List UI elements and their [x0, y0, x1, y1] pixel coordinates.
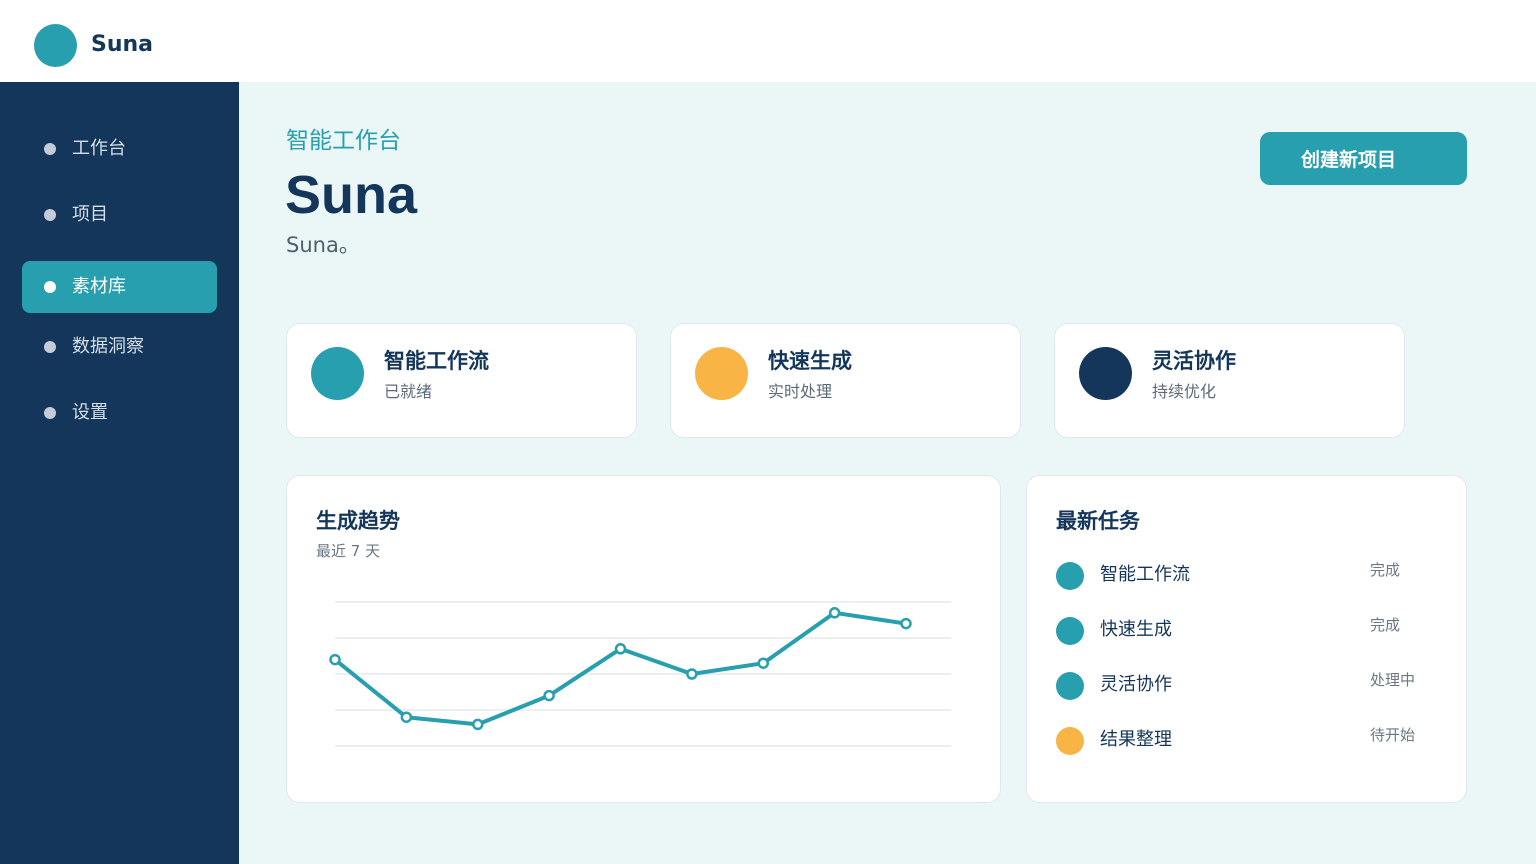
- nav-dot-icon: [44, 407, 56, 419]
- data-point[interactable]: [828, 607, 841, 619]
- data-point[interactable]: [900, 617, 912, 630]
- sidebar-item-label: 项目: [72, 204, 108, 225]
- nav-dot-icon: [44, 341, 56, 353]
- nav-dot-icon: [44, 209, 56, 221]
- task-status-dot-icon: [1056, 562, 1084, 590]
- stat-card-collaboration[interactable]: 灵活协作 持续优化: [1054, 323, 1405, 438]
- sidebar-item-workbench[interactable]: 工作台: [22, 123, 217, 175]
- series-line: [333, 610, 907, 727]
- sidebar-item-label: 数据洞察: [72, 336, 144, 357]
- workflow-icon: [311, 347, 364, 400]
- fast-generate-icon: [695, 347, 748, 400]
- stat-title: 快速生成: [768, 349, 852, 373]
- tasks-title: 最新任务: [1056, 509, 1140, 533]
- task-name: 结果整理: [1100, 729, 1172, 750]
- page-kicker: 智能工作台: [286, 128, 401, 154]
- main-content: 智能工作台 Suna Suna。 创建新项目 智能工作流 已就绪 快速生成 实时…: [239, 82, 1536, 864]
- data-point[interactable]: [757, 657, 769, 669]
- stat-subtitle: 持续优化: [1152, 382, 1217, 401]
- collaboration-icon: [1079, 347, 1132, 400]
- stat-subtitle: 实时处理: [768, 382, 833, 401]
- task-name: 智能工作流: [1100, 564, 1190, 585]
- top-bar: Suna: [0, 0, 1536, 82]
- nav-dot-icon: [44, 143, 56, 155]
- task-status: 待开始: [1370, 726, 1416, 744]
- data-point[interactable]: [329, 653, 341, 666]
- data-point[interactable]: [614, 643, 627, 655]
- sidebar-item-label: 素材库: [72, 276, 126, 297]
- task-status-dot-icon: [1056, 727, 1084, 755]
- trend-line-chart: [329, 601, 951, 747]
- brand-name[interactable]: Suna: [91, 30, 153, 60]
- data-point[interactable]: [543, 689, 555, 702]
- page-subtitle: Suna。: [286, 233, 360, 257]
- nav-dot-icon: [44, 281, 56, 293]
- brand-logo-icon[interactable]: [34, 24, 77, 67]
- sidebar-item-settings[interactable]: 设置: [22, 387, 217, 439]
- data-point[interactable]: [472, 718, 484, 731]
- task-name: 灵活协作: [1100, 674, 1172, 695]
- task-name: 快速生成: [1100, 619, 1172, 640]
- trend-chart-card: 生成趋势 最近 7 天: [286, 475, 1001, 803]
- data-point[interactable]: [400, 711, 413, 723]
- stat-card-fast-generate[interactable]: 快速生成 实时处理: [670, 323, 1021, 438]
- sidebar: 工作台 项目 素材库 数据洞察 设置: [0, 82, 239, 864]
- stat-title: 智能工作流: [384, 349, 489, 373]
- page-title: Suna: [285, 165, 418, 225]
- create-project-button[interactable]: 创建新项目: [1260, 132, 1467, 185]
- task-status: 完成: [1370, 561, 1401, 579]
- stat-card-workflow[interactable]: 智能工作流 已就绪: [286, 323, 637, 438]
- sidebar-item-assets[interactable]: 素材库: [22, 261, 217, 313]
- stat-title: 灵活协作: [1152, 349, 1236, 373]
- sidebar-item-label: 设置: [72, 402, 108, 423]
- task-status: 处理中: [1370, 671, 1416, 689]
- sidebar-item-label: 工作台: [72, 138, 126, 159]
- task-row[interactable]: 快速生成 完成: [1027, 611, 1468, 651]
- task-row[interactable]: 结果整理 待开始: [1027, 721, 1468, 761]
- stat-subtitle: 已就绪: [384, 382, 433, 401]
- sidebar-item-projects[interactable]: 项目: [22, 189, 217, 241]
- task-status-dot-icon: [1056, 617, 1084, 645]
- task-status: 完成: [1370, 616, 1401, 634]
- latest-tasks-card: 最新任务 智能工作流 完成 快速生成 完成 灵活协作 处理中 结果整理 待开始: [1026, 475, 1467, 803]
- data-point[interactable]: [686, 668, 698, 680]
- task-row[interactable]: 灵活协作 处理中: [1027, 666, 1468, 706]
- task-row[interactable]: 智能工作流 完成: [1027, 556, 1468, 596]
- task-status-dot-icon: [1056, 672, 1084, 700]
- sidebar-item-insights[interactable]: 数据洞察: [22, 321, 217, 373]
